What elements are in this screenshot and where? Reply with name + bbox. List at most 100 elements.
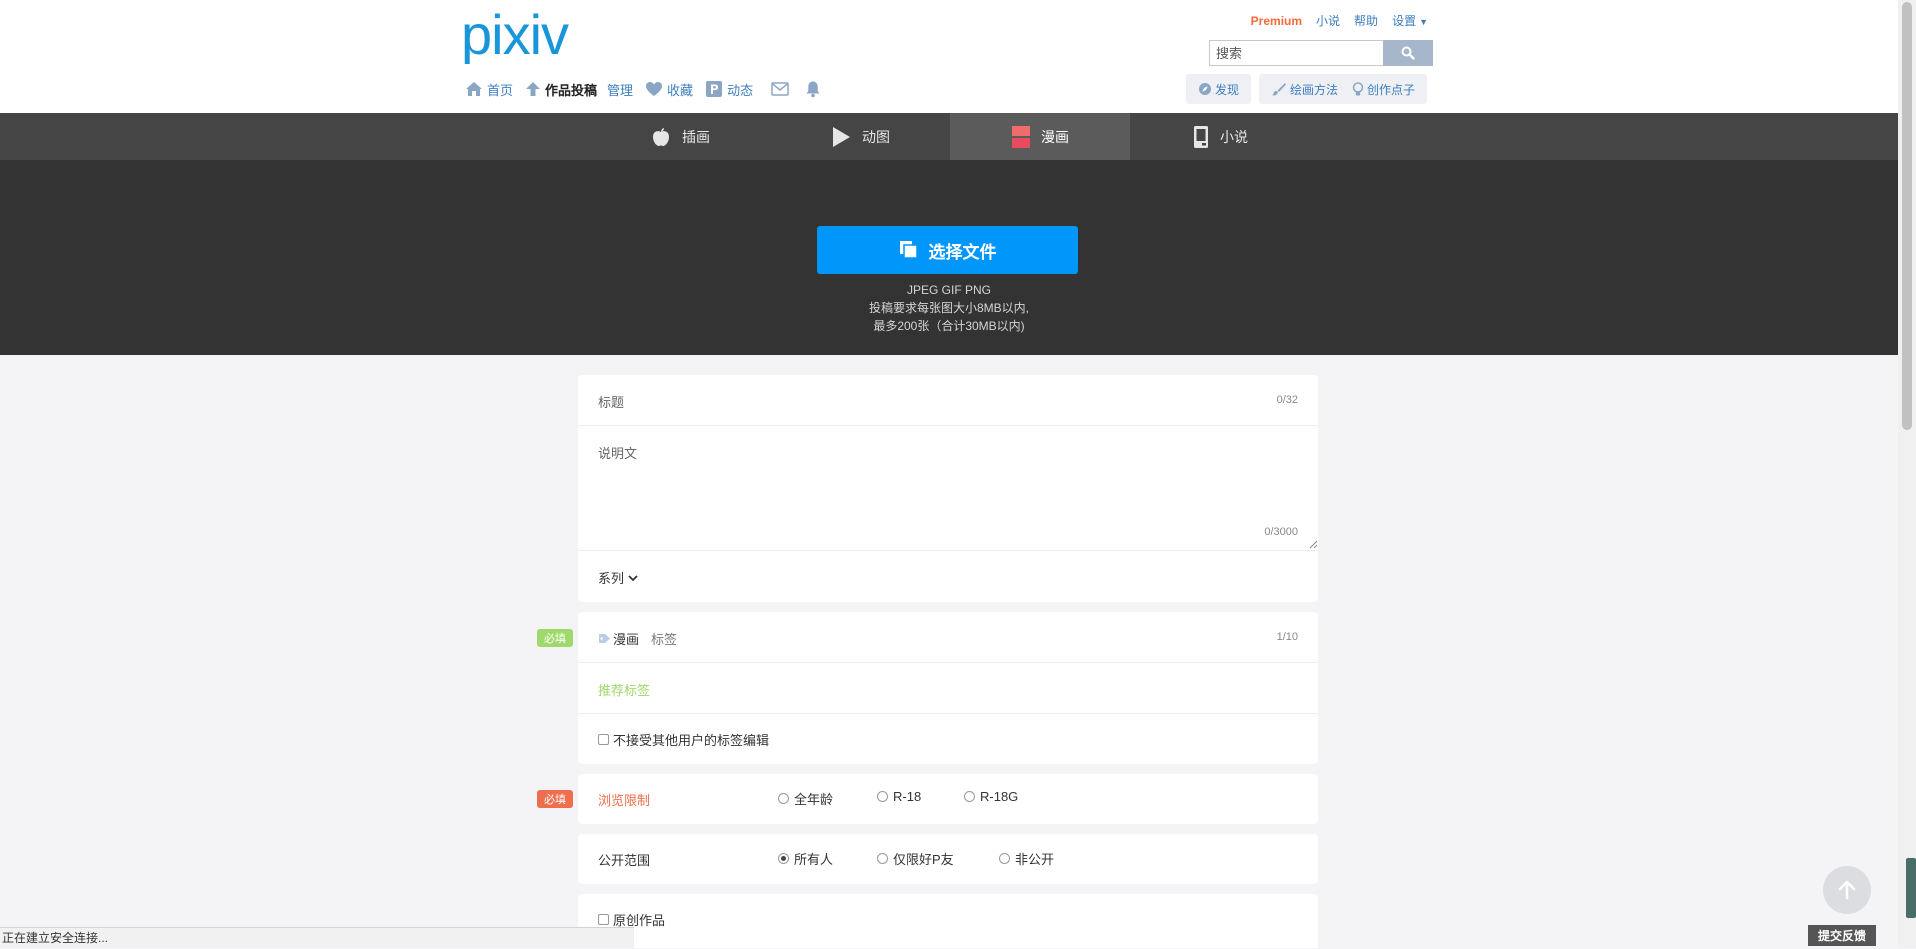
nav-post[interactable]: 作品投稿 <box>525 80 597 99</box>
nav-bookmarks-label: 收藏 <box>667 82 694 98</box>
visibility-option-everyone[interactable]: 所有人 <box>778 849 833 868</box>
tags-input-row[interactable]: 漫画 标签 1/10 <box>578 612 1318 663</box>
age-radio-all[interactable] <box>778 793 789 804</box>
feedback-button[interactable]: 提交反馈 <box>1808 925 1876 946</box>
tags-placeholder: 标签 <box>651 632 678 647</box>
category-tabs: 插画 动图 漫画 小说 <box>0 113 1898 160</box>
upload-size-note: 投稿要求每张图大小8MB以内, <box>868 301 1029 315</box>
nav-feed[interactable]: 动态 <box>705 80 753 99</box>
nav-home[interactable]: 首页 <box>465 80 513 99</box>
series-dropdown[interactable]: 系列 <box>598 568 638 587</box>
age-radio-r18g[interactable] <box>964 791 975 802</box>
tags-input[interactable]: 漫画 标签 <box>598 629 677 648</box>
description-counter: 0/3000 <box>1264 526 1298 538</box>
upload-count-note: 最多200张（合计30MB以内) <box>873 319 1025 333</box>
tab-illustration-label: 插画 <box>682 128 710 145</box>
ideas-link[interactable]: 创作点子 <box>1352 81 1415 98</box>
age-restriction-label: 浏览限制 <box>598 793 651 808</box>
visibility-option-everyone-label: 所有人 <box>794 852 834 867</box>
brush-icon <box>1272 83 1287 96</box>
age-option-r18[interactable]: R-18 <box>877 789 921 804</box>
nav-bookmarks[interactable]: 收藏 <box>645 80 693 99</box>
original-checkbox[interactable] <box>598 914 609 925</box>
visibility-option-private[interactable]: 非公开 <box>999 849 1054 868</box>
heart-icon <box>646 82 663 96</box>
nav-feed-label: 动态 <box>727 82 754 98</box>
nav-messages[interactable] <box>771 82 789 96</box>
series-row[interactable]: 系列 <box>578 551 1318 602</box>
resize-handle-icon[interactable] <box>1308 539 1318 549</box>
nav-home-label: 首页 <box>487 82 514 98</box>
visibility-radio-friends[interactable] <box>877 853 888 864</box>
search-icon <box>1401 46 1415 60</box>
nav-manage[interactable]: 管理 <box>607 80 633 99</box>
pixiv-p-icon <box>706 81 723 97</box>
original-card: 原创作品 <box>578 894 1318 948</box>
tab-novel-label: 小说 <box>1220 128 1248 145</box>
recommended-tags-row: 推荐标签 <box>578 663 1318 714</box>
age-option-all[interactable]: 全年龄 <box>778 789 833 808</box>
visibility-radio-private[interactable] <box>999 853 1010 864</box>
top-links: Premium 小说 帮助 设置 ▼ <box>1251 12 1428 29</box>
compass-icon <box>1199 83 1211 95</box>
tab-illustration[interactable]: 插画 <box>590 113 770 160</box>
discover-button[interactable]: 发现 <box>1186 74 1252 104</box>
tag-lock-label: 不接受其他用户的标签编辑 <box>613 733 770 748</box>
howto-group: 绘画方法 创作点子 <box>1259 74 1428 104</box>
nav-notifications[interactable] <box>805 80 821 98</box>
tab-novel[interactable]: 小说 <box>1130 113 1310 160</box>
book-icon <box>1194 125 1208 148</box>
title-counter: 0/32 <box>1276 394 1298 406</box>
premium-link[interactable]: Premium <box>1251 14 1302 28</box>
age-option-r18g-label: R-18G <box>980 789 1019 804</box>
main-nav: 首页 作品投稿 管理 收藏 动态 <box>465 78 833 100</box>
search-input[interactable] <box>1209 40 1383 66</box>
recommended-tags-label: 推荐标签 <box>598 683 651 698</box>
play-icon <box>833 126 850 147</box>
age-option-r18g[interactable]: R-18G <box>964 789 1018 804</box>
required-badge-tags: 必填 <box>537 629 573 647</box>
header: pixiv Premium 小说 帮助 设置▼ 首页 作品投稿 <box>0 0 1898 113</box>
tab-ugoira-label: 动图 <box>862 128 890 145</box>
tab-ugoira[interactable]: 动图 <box>770 113 950 160</box>
search-button[interactable] <box>1383 40 1433 66</box>
help-link[interactable]: 帮助 <box>1354 12 1378 29</box>
title-field[interactable]: 标题 0/32 <box>578 375 1318 426</box>
upload-arrow-icon <box>526 82 541 96</box>
tags-counter: 1/10 <box>1276 631 1298 643</box>
description-placeholder: 说明文 <box>598 446 638 461</box>
select-file-button[interactable]: 选择文件 <box>817 226 1078 274</box>
nav-post-label: 作品投稿 <box>545 82 598 98</box>
side-widget[interactable] <box>1906 858 1916 918</box>
scrollbar-thumb[interactable] <box>1902 2 1912 430</box>
caret-down-icon: ▼ <box>1419 17 1428 27</box>
visibility-option-friends-label: 仅限好P友 <box>893 852 954 867</box>
howto-label: 绘画方法 <box>1290 82 1339 97</box>
back-to-top-button[interactable] <box>1823 866 1871 914</box>
age-radio-r18[interactable] <box>877 791 888 802</box>
description-field[interactable]: 说明文 0/3000 <box>578 426 1318 551</box>
fixed-tag: 漫画 <box>613 632 640 647</box>
visibility-label: 公开范围 <box>598 853 651 868</box>
howto-link[interactable]: 绘画方法 <box>1271 81 1338 98</box>
tab-manga[interactable]: 漫画 <box>950 113 1130 160</box>
chevron-down-icon <box>628 574 638 581</box>
tag-lock-option[interactable]: 不接受其他用户的标签编辑 <box>598 730 769 749</box>
page-scrollbar[interactable] <box>1898 0 1916 948</box>
apple-icon <box>653 127 669 146</box>
basic-info-card: 标题 0/32 说明文 0/3000 系列 <box>578 375 1318 602</box>
upload-area: 选择文件 JPEG GIF PNG 投稿要求每张图大小8MB以内, 最多200张… <box>0 160 1898 355</box>
settings-link[interactable]: 设置 ▼ <box>1392 12 1428 29</box>
right-nav: 发现 绘画方法 创作点子 <box>1186 74 1428 104</box>
tag-lock-checkbox[interactable] <box>598 734 609 745</box>
age-option-all-label: 全年龄 <box>794 792 834 807</box>
upload-formats: JPEG GIF PNG <box>906 283 991 297</box>
pixiv-logo[interactable]: pixiv <box>461 4 591 64</box>
ideas-label: 创作点子 <box>1367 82 1416 97</box>
novel-link[interactable]: 小说 <box>1316 12 1340 29</box>
visibility-radio-everyone[interactable] <box>778 853 789 864</box>
tab-manga-label: 漫画 <box>1041 128 1069 145</box>
series-label: 系列 <box>598 571 625 586</box>
visibility-option-friends[interactable]: 仅限好P友 <box>877 849 954 868</box>
bell-icon <box>806 81 820 98</box>
